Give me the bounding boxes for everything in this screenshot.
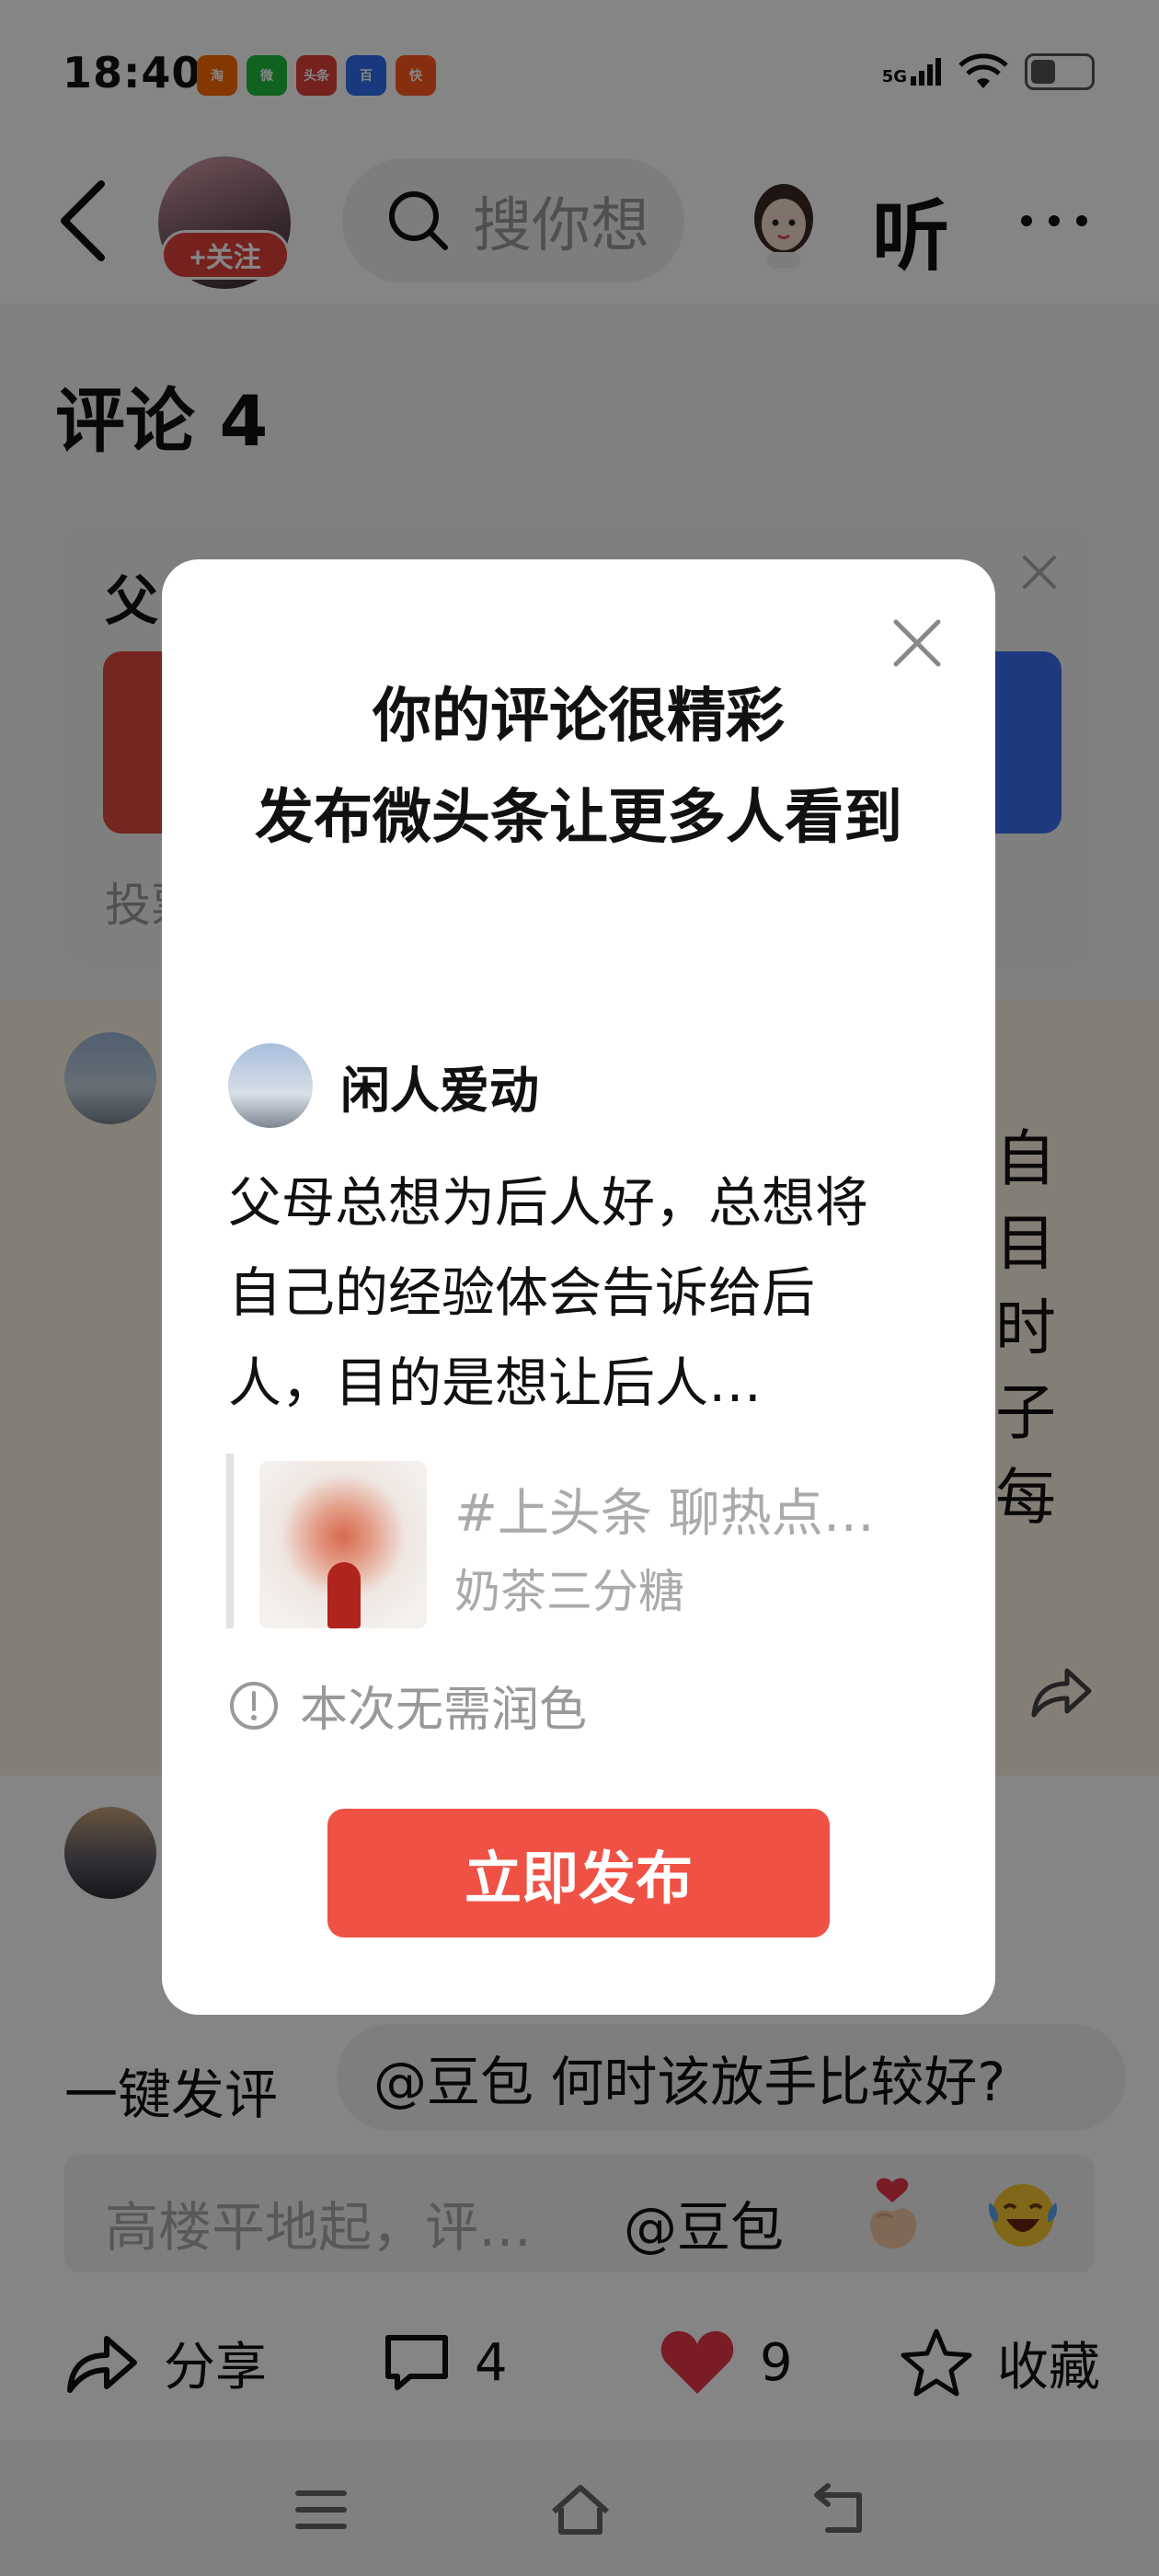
dialog-user: 闲人爱动 <box>228 1043 539 1128</box>
polish-note-text: 本次无需润色 <box>300 1683 588 1738</box>
publish-dialog: 你的评论很精彩 发布微头条让更多人看到 闲人爱动 父母总想为后人好，总想将自己的… <box>162 559 995 2015</box>
user-name: 闲人爱动 <box>340 1061 539 1120</box>
dialog-title: 你的评论很精彩 发布微头条让更多人看到 <box>162 666 995 868</box>
dialog-title-line-1: 你的评论很精彩 <box>373 683 785 751</box>
info-icon <box>230 1681 278 1730</box>
article-author: 奶茶三分糖 <box>454 1565 684 1618</box>
close-icon[interactable] <box>889 615 946 672</box>
comment-preview-text: 父母总想为后人好，总想将自己的经验体会告诉给后人，目的是想让后人… <box>228 1171 869 1414</box>
article-thumbnail <box>259 1461 427 1628</box>
article-topic: #上头条 聊热点… <box>454 1484 875 1544</box>
user-avatar <box>228 1043 313 1128</box>
polish-note: 本次无需润色 <box>228 1671 587 1740</box>
publish-now-button[interactable]: 立即发布 <box>327 1809 830 1938</box>
quoted-article: #上头条 聊热点… 奶茶三分糖 <box>226 1454 931 1628</box>
dialog-title-line-2: 发布微头条让更多人看到 <box>255 784 902 852</box>
